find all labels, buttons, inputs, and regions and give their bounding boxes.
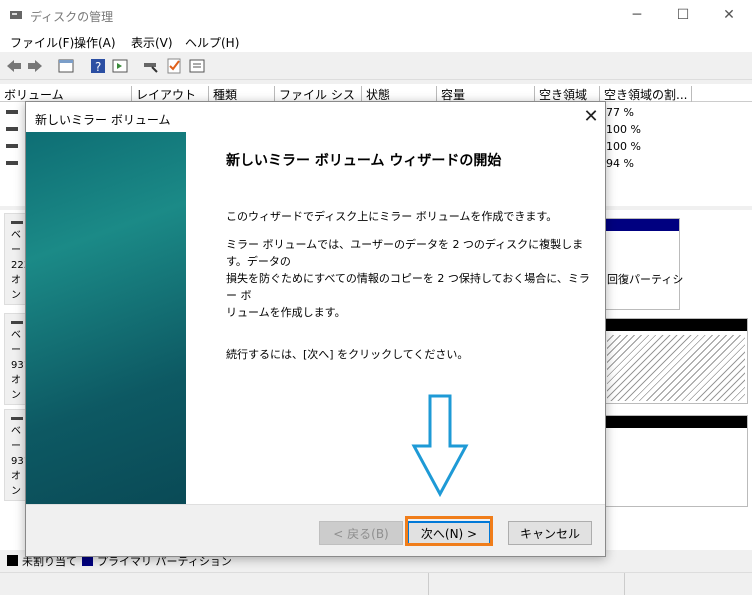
wizard-footer: < 戻る(B) 次へ(N) > キャンセル	[26, 504, 605, 556]
console-tree-icon[interactable]	[57, 57, 75, 75]
wizard-intro-text: このウィザードでディスク上にミラー ボリュームを作成できます。	[226, 210, 558, 223]
unallocated-partition-1[interactable]	[604, 318, 748, 404]
unallocated-bar	[605, 416, 747, 428]
percent-free-cell: 94 %	[606, 157, 634, 170]
disk-icon	[11, 321, 23, 324]
menu-bar: ファイル(F) 操作(A) 表示(V) ヘルプ(H)	[0, 30, 752, 52]
checklist-icon[interactable]	[165, 57, 183, 75]
disk-icon	[11, 417, 23, 420]
percent-free-cell: 100 %	[606, 123, 641, 136]
wizard-description: ミラー ボリュームでは、ユーザーのデータを 2 つのディスクに複製します。データ…	[226, 238, 590, 319]
next-button[interactable]: 次へ(N) >	[407, 521, 491, 545]
close-window-button[interactable]: ✕	[706, 0, 752, 30]
column-percent-free[interactable]: 空き領域の割...	[600, 86, 692, 102]
svg-text:?: ?	[95, 60, 101, 74]
volume-list-header: ボリューム レイアウト 種類 ファイル システム 状態 容量 空き領域 空き領域…	[0, 84, 752, 119]
unallocated-bar	[605, 319, 747, 331]
disk-management-window: ディスクの管理 ─ ☐ ✕ ファイル(F) 操作(A) 表示(V) ヘルプ(H)…	[0, 0, 752, 595]
primary-partition-bar	[605, 219, 679, 231]
unallocated-hatch	[607, 335, 745, 401]
dialog-close-button[interactable]: ✕	[579, 105, 603, 129]
forward-arrow-icon[interactable]	[26, 57, 44, 75]
disk-management-icon	[10, 11, 22, 19]
maximize-icon: ☐	[676, 7, 690, 23]
dialog-title: 新しいミラー ボリューム	[35, 113, 171, 127]
column-layout[interactable]: レイアウト	[132, 86, 209, 102]
column-file-system[interactable]: ファイル システム	[275, 86, 362, 119]
wizard-side-banner	[26, 132, 186, 504]
partition-label: 回復パーティシ	[607, 273, 684, 286]
column-status[interactable]: 状態	[362, 86, 437, 102]
wizard-continue-text: 続行するには、[次へ] をクリックしてください。	[226, 348, 469, 361]
cancel-button[interactable]: キャンセル	[508, 521, 592, 545]
unallocated-swatch	[7, 555, 18, 566]
menu-file[interactable]: ファイル(F)	[10, 34, 74, 51]
status-bar	[0, 572, 752, 595]
menu-action[interactable]: 操作(A)	[74, 34, 116, 51]
new-mirror-volume-wizard: 新しいミラー ボリューム ✕ 新しいミラー ボリューム ウィザードの開始 このウ…	[25, 101, 606, 557]
column-type[interactable]: 種類	[209, 86, 275, 102]
close-icon: ✕	[583, 106, 599, 127]
toolbar: ?	[0, 52, 752, 80]
wizard-heading: 新しいミラー ボリューム ウィザードの開始	[226, 153, 502, 169]
wizard-content: 新しいミラー ボリューム ウィザードの開始 このウィザードでディスク上にミラー …	[186, 132, 605, 504]
title-bar: ディスクの管理 ─ ☐ ✕	[0, 0, 752, 30]
disk-0-label[interactable]: ベー 223 オン	[4, 213, 26, 305]
back-button[interactable]: < 戻る(B)	[319, 521, 403, 545]
volume-icon	[6, 110, 18, 114]
menu-view[interactable]: 表示(V)	[131, 34, 173, 51]
column-capacity[interactable]: 容量	[437, 86, 535, 102]
properties-icon[interactable]	[188, 57, 206, 75]
column-volume[interactable]: ボリューム	[0, 86, 132, 102]
percent-free-cell: 77 %	[606, 106, 634, 119]
menu-help[interactable]: ヘルプ(H)	[185, 34, 239, 51]
unallocated-partition-2[interactable]	[604, 415, 748, 507]
disk-1-label[interactable]: ベー 931 オン	[4, 313, 26, 405]
window-title: ディスクの管理	[30, 10, 114, 24]
minimize-button[interactable]: ─	[614, 0, 660, 30]
volume-icon	[6, 127, 18, 131]
minimize-icon: ─	[632, 7, 642, 23]
disk-icon	[11, 221, 23, 224]
back-arrow-icon[interactable]	[5, 57, 23, 75]
connect-disk-icon[interactable]	[142, 57, 160, 75]
disk-2-label[interactable]: ベー 931 オン	[4, 409, 26, 501]
volume-icon	[6, 161, 18, 165]
recovery-partition[interactable]: 回復パーティシ	[604, 218, 684, 310]
percent-free-cell: 100 %	[606, 140, 641, 153]
maximize-button[interactable]: ☐	[660, 0, 706, 30]
volume-icon	[6, 144, 18, 148]
column-free-space[interactable]: 空き領域	[535, 86, 600, 102]
down-arrow-icon	[411, 394, 469, 498]
action-pane-icon[interactable]	[111, 57, 129, 75]
close-icon: ✕	[723, 7, 735, 23]
help-icon[interactable]: ?	[89, 57, 107, 75]
